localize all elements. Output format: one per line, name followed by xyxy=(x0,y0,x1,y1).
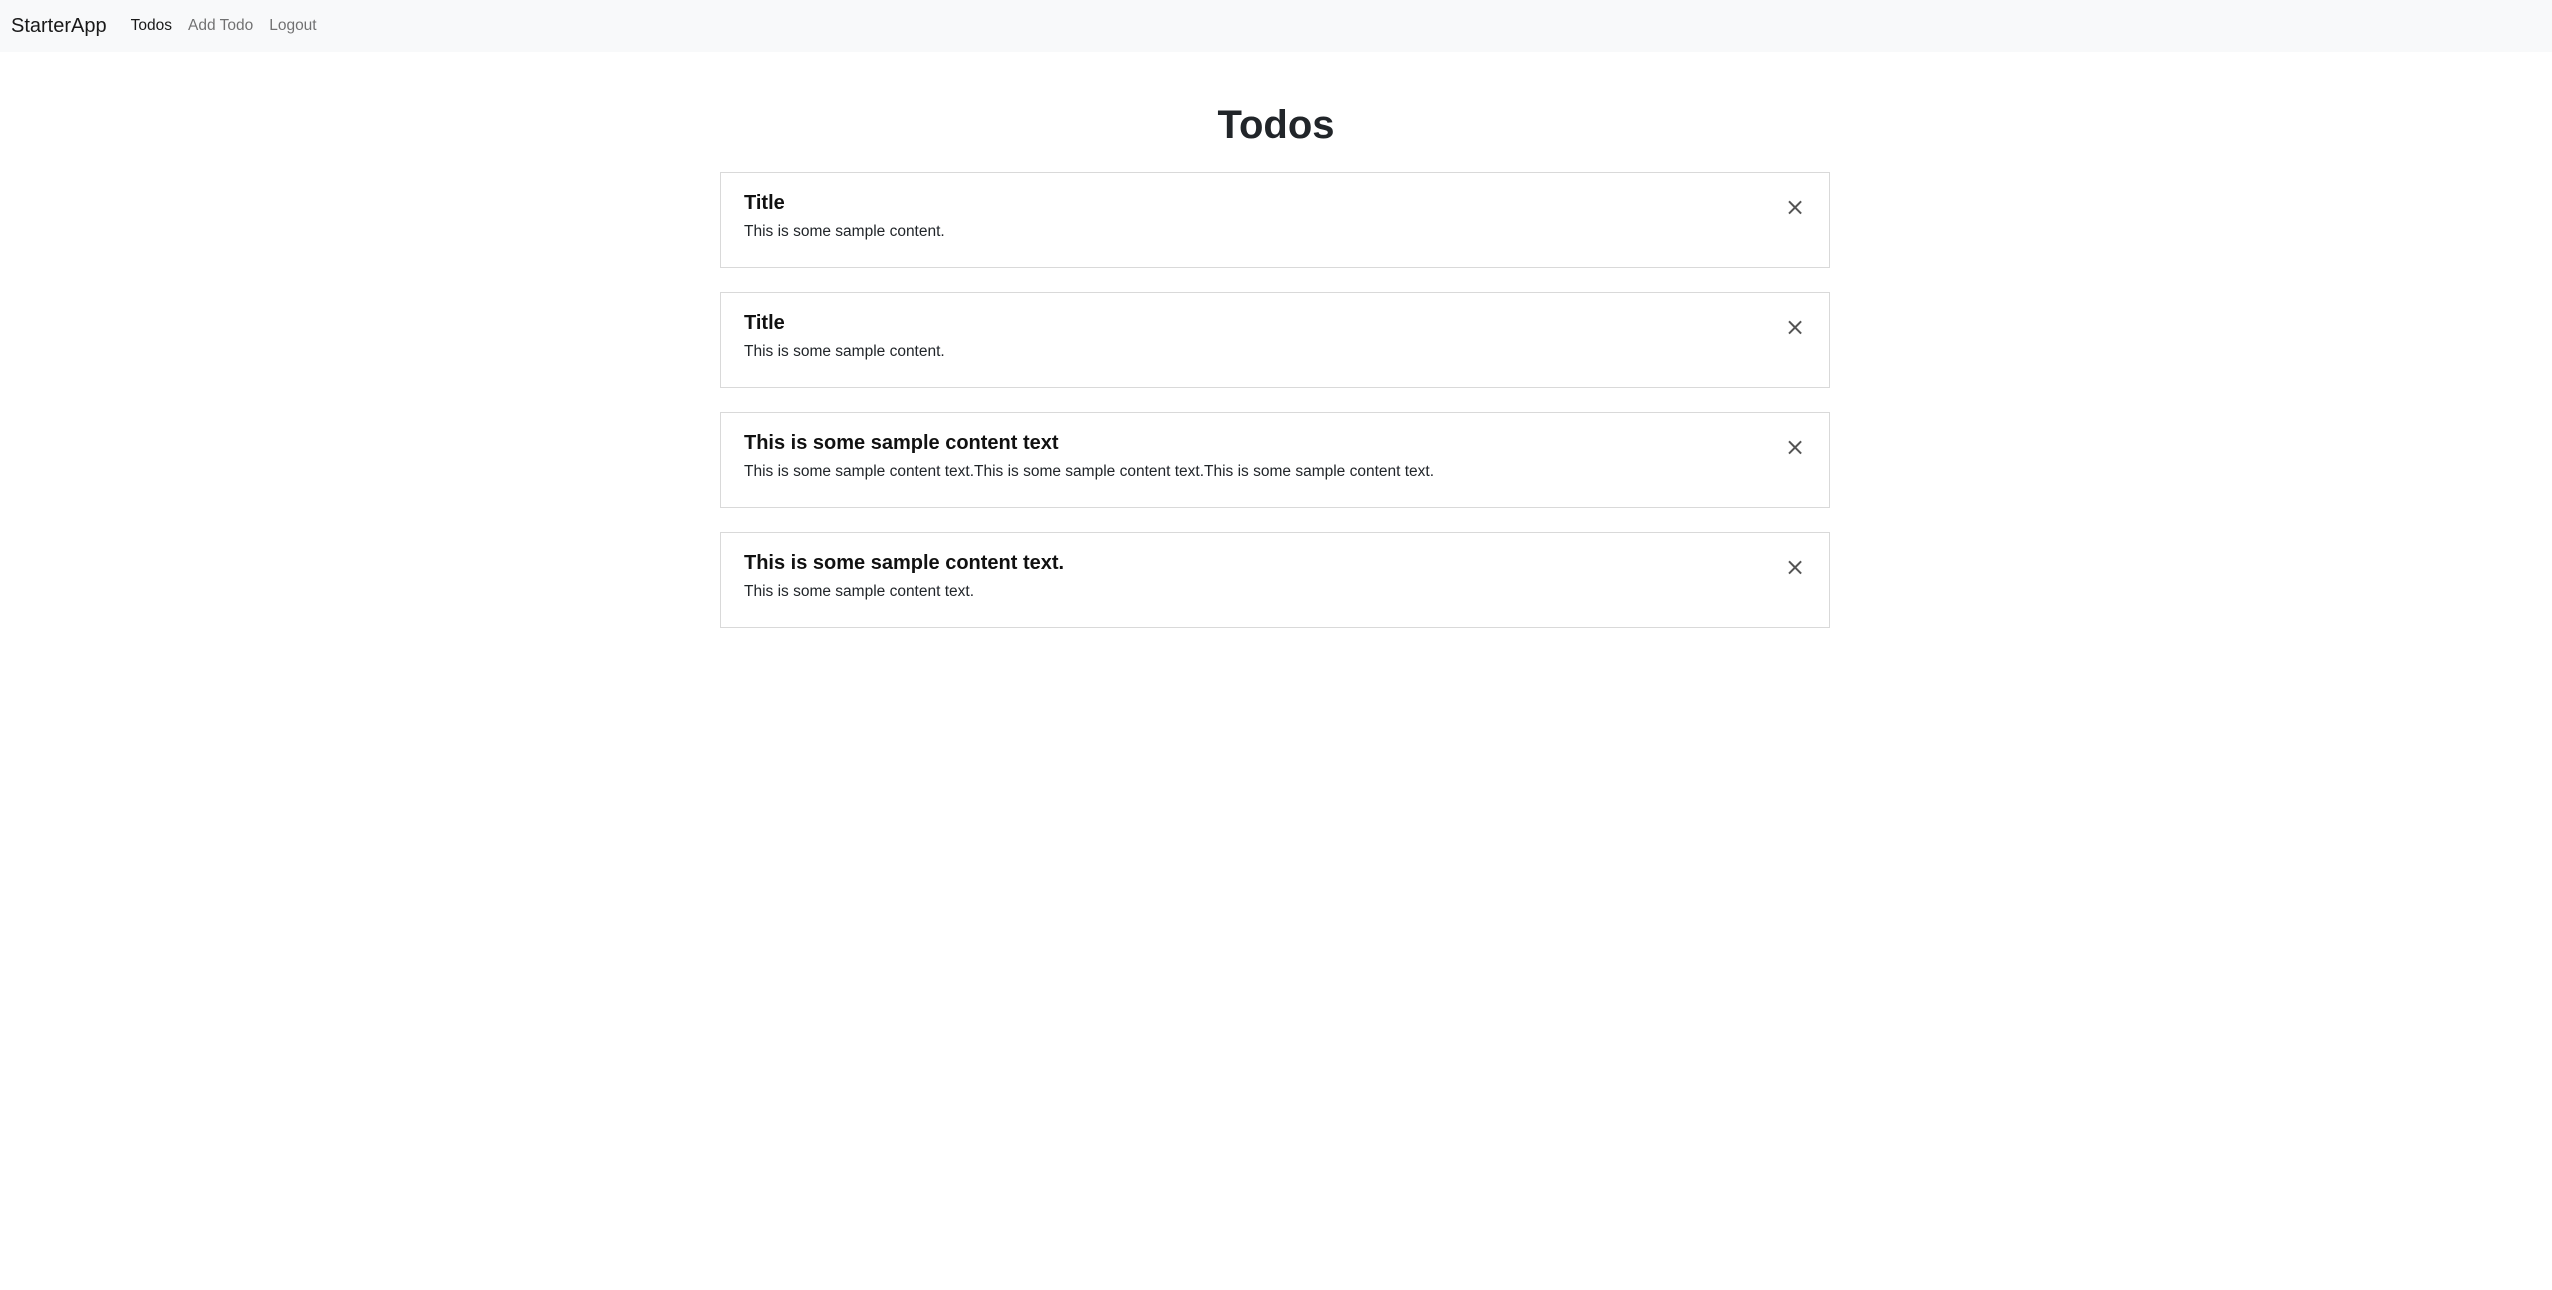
close-icon[interactable]: × xyxy=(1783,195,1807,219)
todo-card: This is some sample content text This is… xyxy=(720,412,1830,508)
page-title: Todos xyxy=(1217,103,1335,147)
todo-content: This is some sample content. xyxy=(744,223,945,240)
todo-content: This is some sample content text.This is… xyxy=(744,463,1435,480)
todo-card: Title This is some sample content. × xyxy=(720,172,1830,268)
navbar: StarterApp Todos Add Todo Logout xyxy=(0,0,2552,52)
todo-card: This is some sample content text. This i… xyxy=(720,532,1830,628)
nav-link-logout[interactable]: Logout xyxy=(269,17,316,35)
todo-title: This is some sample content text. xyxy=(744,552,1065,574)
todo-title: Title xyxy=(744,312,785,334)
close-icon[interactable]: × xyxy=(1783,315,1807,339)
nav-link-todos[interactable]: Todos xyxy=(131,17,172,35)
close-icon[interactable]: × xyxy=(1783,555,1807,579)
todo-content: This is some sample content. xyxy=(744,343,945,360)
close-icon[interactable]: × xyxy=(1783,435,1807,459)
todo-title: This is some sample content text xyxy=(744,432,1059,454)
todo-list: Title This is some sample content. × Tit… xyxy=(720,172,1830,652)
todo-title: Title xyxy=(744,192,785,214)
todo-content: This is some sample content text. xyxy=(744,583,975,600)
todo-card: Title This is some sample content. × xyxy=(720,292,1830,388)
brand-link[interactable]: StarterApp xyxy=(11,15,107,38)
nav-link-add-todo[interactable]: Add Todo xyxy=(188,17,253,35)
